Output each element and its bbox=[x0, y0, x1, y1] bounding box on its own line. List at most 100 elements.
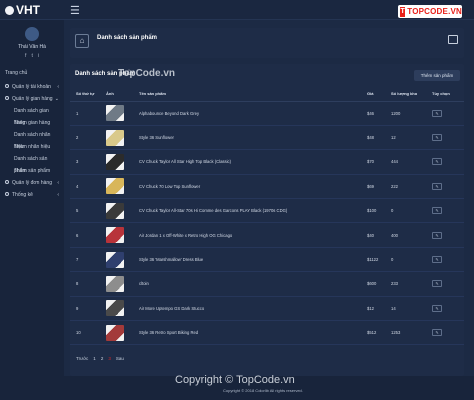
edit-icon[interactable]: ✎ bbox=[432, 304, 442, 312]
cell-options: ✎ bbox=[426, 296, 464, 322]
cell-stock: 233 bbox=[385, 271, 426, 297]
cell-no: 9 bbox=[70, 296, 100, 322]
next-page-link[interactable]: Sau bbox=[116, 356, 124, 361]
sidebar-item-orders[interactable]: Quản lý đơn hàng ‹ bbox=[0, 177, 64, 189]
add-product-button[interactable]: Thêm sản phẩm bbox=[414, 70, 460, 81]
cell-name: Air More Uptempo GS Dark Stucco bbox=[133, 296, 361, 322]
cell-image bbox=[100, 271, 133, 297]
edit-icon[interactable]: ✎ bbox=[432, 134, 442, 142]
table-row: 9 Air More Uptempo GS Dark Stucco $12 14 ✎ bbox=[70, 296, 464, 322]
cell-image bbox=[100, 174, 133, 200]
home-icon[interactable]: ⌂ bbox=[75, 34, 89, 48]
edit-icon[interactable]: ✎ bbox=[432, 280, 442, 288]
sidebar-item-product-list[interactable]: Danh sách sản phẩm bbox=[0, 153, 64, 174]
cell-stock: 222 bbox=[385, 174, 426, 200]
footer-copyright: Copyright © 2018 Colorlib All rights res… bbox=[223, 388, 303, 393]
cell-image bbox=[100, 149, 133, 175]
cell-price: $512 bbox=[361, 320, 385, 346]
sidebar-item-store-list[interactable]: Danh sách gian hàng bbox=[0, 105, 64, 126]
chevron-left-icon: ‹ bbox=[57, 84, 59, 90]
table-row: 1 Alphabounce Beyond Dark Grey $46 1200 ✎ bbox=[70, 101, 464, 126]
sidebar-item-add-product[interactable]: Thêm sản phẩm bbox=[0, 165, 64, 177]
sidebar-item-accounts[interactable]: Quản lý tài khoản ‹ bbox=[0, 81, 64, 93]
cell-price: $40 bbox=[361, 222, 385, 248]
table-row: 3 CV Chuck Taylor All Star High Top Black… bbox=[70, 149, 464, 175]
cell-price: $48 bbox=[361, 125, 385, 151]
product-image bbox=[106, 105, 124, 122]
products-table: Số thứ tự Ảnh Tên sản phẩm Giá Số lượng … bbox=[70, 87, 464, 346]
cell-no: 4 bbox=[70, 174, 100, 200]
table-row: 8 cltoin $600 233 ✎ bbox=[70, 271, 464, 297]
cell-stock: 1253 bbox=[385, 320, 426, 346]
avatar[interactable] bbox=[25, 27, 39, 41]
product-image bbox=[106, 153, 124, 170]
cell-no: 10 bbox=[70, 320, 100, 346]
table-row: 2 Style 36 Sunflower $48 12 ✎ bbox=[70, 125, 464, 151]
cell-image bbox=[100, 125, 133, 151]
chevron-left-icon: ‹ bbox=[57, 192, 59, 198]
app-logo[interactable]: VHT bbox=[5, 3, 40, 17]
col-header-no: Số thứ tự bbox=[70, 87, 100, 102]
cell-price: $12 bbox=[361, 296, 385, 322]
cell-no: 2 bbox=[70, 125, 100, 151]
edit-icon[interactable]: ✎ bbox=[432, 256, 442, 264]
product-image bbox=[106, 324, 124, 341]
chevron-left-icon: ‹ bbox=[57, 180, 59, 186]
product-image bbox=[106, 129, 124, 146]
sidebar-item-home[interactable]: Trang chủ bbox=[0, 67, 64, 79]
sidebar-item-add-store[interactable]: Thêm gian hàng bbox=[0, 117, 64, 129]
edit-icon[interactable]: ✎ bbox=[432, 182, 442, 190]
cell-no: 5 bbox=[70, 198, 100, 224]
cell-name: Alphabounce Beyond Dark Grey bbox=[133, 101, 361, 126]
cell-options: ✎ bbox=[426, 320, 464, 346]
page-link-3[interactable]: 3 bbox=[108, 356, 111, 361]
twitter-icon[interactable]: t bbox=[31, 53, 32, 59]
instagram-icon[interactable]: i bbox=[38, 53, 39, 59]
cell-no: 3 bbox=[70, 149, 100, 175]
cell-price: $600 bbox=[361, 271, 385, 297]
cell-no: 8 bbox=[70, 271, 100, 297]
chevron-down-icon: ⌄ bbox=[54, 96, 59, 102]
top-bar: VHT ☰ T TOPCODE.VN bbox=[0, 0, 474, 20]
cell-name: CV Chuck 70 Low Top Sunflower bbox=[133, 174, 361, 200]
cell-stock: 12 bbox=[385, 125, 426, 151]
sidebar-item-add-brand[interactable]: Thêm nhãn hiệu bbox=[0, 141, 64, 153]
edit-icon[interactable]: ✎ bbox=[432, 329, 442, 337]
cell-stock: 0 bbox=[385, 247, 426, 273]
facebook-icon[interactable]: f bbox=[25, 53, 26, 59]
circle-icon bbox=[5, 96, 9, 100]
cell-name: CV Chuck Taylor All Star High Top Black … bbox=[133, 149, 361, 175]
cell-image bbox=[100, 320, 133, 346]
product-image bbox=[106, 251, 124, 268]
cell-price: $1122 bbox=[361, 247, 385, 273]
table-row: 7 Style 36 'Marshmallow' Dress Blue $1122 0… bbox=[70, 247, 464, 273]
edit-icon[interactable]: ✎ bbox=[432, 158, 442, 166]
brand-icon: T bbox=[400, 6, 406, 17]
cell-price: $70 bbox=[361, 149, 385, 175]
cell-no: 1 bbox=[70, 101, 100, 126]
sidebar-item-brand-list[interactable]: Danh sách nhãn hiệu bbox=[0, 129, 64, 150]
col-header-name: Tên sản phẩm bbox=[133, 87, 361, 102]
cell-options: ✎ bbox=[426, 222, 464, 248]
page-title: Danh sách sản phẩm bbox=[97, 35, 158, 41]
table-header-row: Số thứ tự Ảnh Tên sản phẩm Giá Số lượng … bbox=[70, 87, 464, 102]
hamburger-icon[interactable]: ☰ bbox=[70, 4, 80, 17]
cell-image bbox=[100, 222, 133, 248]
table-row: 5 CV Chuck Taylor All-Star 70s Hi Comme d… bbox=[70, 198, 464, 224]
table-row: 4 CV Chuck 70 Low Top Sunflower $69 222 ✎ bbox=[70, 174, 464, 200]
col-header-price: Giá bbox=[361, 87, 385, 102]
prev-page-link[interactable]: Trước bbox=[76, 356, 88, 361]
edit-icon[interactable]: ✎ bbox=[432, 207, 442, 215]
sidebar-item-stores[interactable]: Quản lý gian hàng ⌄ bbox=[0, 93, 64, 105]
col-header-stock: Số lượng kho bbox=[385, 87, 426, 102]
circle-icon bbox=[5, 84, 9, 88]
edit-icon[interactable]: ✎ bbox=[432, 109, 442, 117]
edit-icon[interactable]: ✎ bbox=[432, 231, 442, 239]
calendar-icon[interactable] bbox=[448, 35, 458, 44]
page-link-1[interactable]: 1 bbox=[93, 356, 96, 361]
product-image bbox=[106, 178, 124, 195]
page-link-2[interactable]: 2 bbox=[101, 356, 104, 361]
sidebar-item-stats[interactable]: Thống kê ‹ bbox=[0, 189, 64, 201]
col-header-options: Tùy chọn bbox=[426, 87, 464, 102]
cell-image bbox=[100, 198, 133, 224]
